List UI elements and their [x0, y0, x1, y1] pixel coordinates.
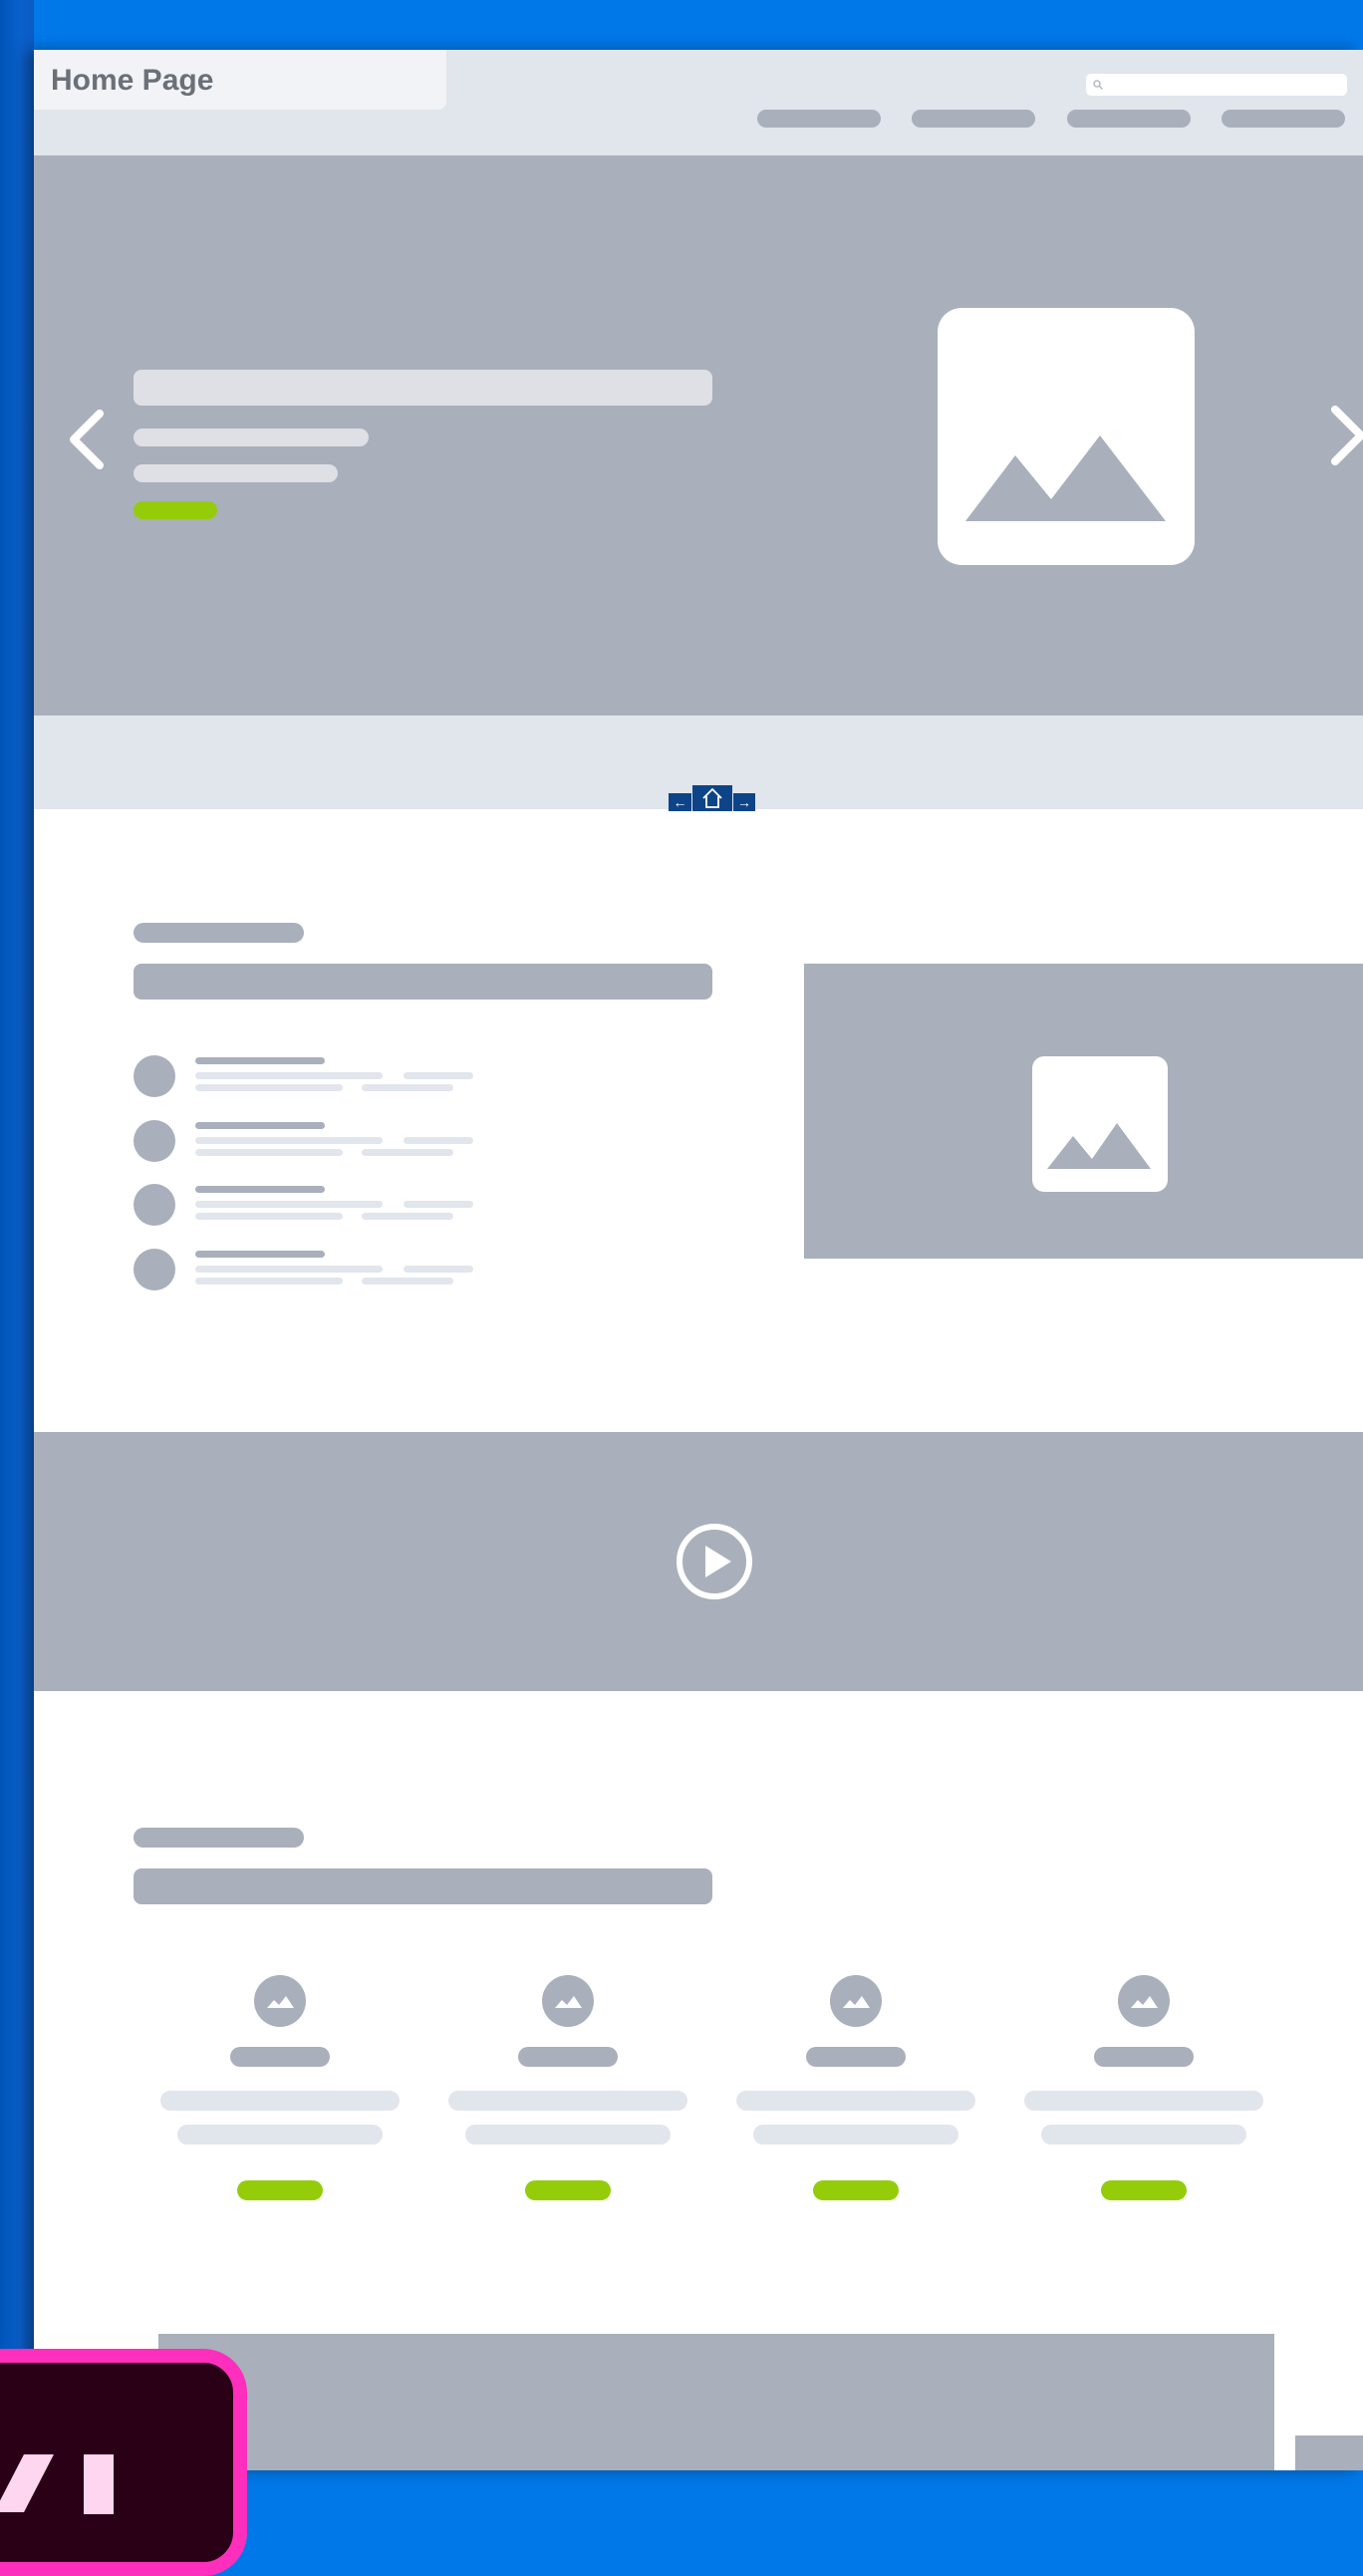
search-input[interactable] — [1086, 74, 1347, 96]
nav-item-2[interactable] — [912, 110, 1035, 128]
search-icon — [1093, 80, 1104, 91]
card-text — [1041, 2125, 1246, 2145]
window-left-edge — [0, 0, 34, 2470]
list-item-text — [195, 1278, 343, 1285]
list-item-text — [195, 1072, 383, 1079]
page-title-tab: Home Page — [34, 50, 446, 110]
services-eyebrow — [134, 1828, 304, 1848]
list-item-text — [195, 1149, 343, 1156]
card-title — [1094, 2047, 1194, 2067]
list-item-title — [195, 1122, 325, 1129]
list-item-title — [195, 1251, 325, 1258]
image-icon — [542, 1975, 594, 2027]
list-item-text — [195, 1213, 343, 1220]
card-text — [160, 2091, 400, 2111]
list-item-text — [362, 1278, 453, 1285]
avatar — [134, 1055, 175, 1097]
services-heading — [134, 1868, 712, 1904]
avatar — [134, 1184, 175, 1226]
list-item-text — [404, 1137, 473, 1144]
list-item-text — [362, 1213, 453, 1220]
hero-subline-2 — [134, 464, 338, 482]
list-item-text — [195, 1266, 383, 1273]
feature-card — [736, 1975, 975, 2204]
chevron-right-icon[interactable] — [1325, 404, 1363, 467]
hero-cta-button[interactable] — [134, 501, 217, 519]
page-navigation: ← → — [669, 785, 755, 811]
arrow-left-icon[interactable]: ← — [669, 793, 691, 811]
list-item — [134, 1249, 492, 1292]
card-title — [806, 2047, 906, 2067]
card-text — [753, 2125, 958, 2145]
card-title — [518, 2047, 618, 2067]
image-icon — [830, 1975, 882, 2027]
list-item-text — [404, 1201, 473, 1208]
page-title: Home Page — [51, 64, 214, 97]
list-item-text — [404, 1072, 473, 1079]
list-item-text — [195, 1137, 383, 1144]
card-text — [1024, 2091, 1263, 2111]
hero-headline — [134, 370, 712, 406]
card-text — [177, 2125, 383, 2145]
app-logo-icon — [0, 2349, 247, 2576]
list-item-text — [404, 1266, 473, 1273]
image-icon — [254, 1975, 306, 2027]
feature-card — [1024, 1975, 1263, 2204]
image-icon — [1032, 1056, 1168, 1192]
list-item — [134, 1055, 492, 1099]
nav-item-3[interactable] — [1067, 110, 1191, 128]
bottom-side-block — [1295, 2435, 1363, 2470]
bottom-image-block — [158, 2334, 1274, 2470]
image-icon — [1118, 1975, 1170, 2027]
list-item-title — [195, 1186, 325, 1193]
feature-heading — [134, 964, 712, 1000]
card-text — [465, 2125, 671, 2145]
list-item-text — [195, 1201, 383, 1208]
feature-eyebrow — [134, 923, 304, 943]
list-item — [134, 1120, 492, 1164]
feature-image — [804, 964, 1363, 1259]
card-button[interactable] — [1101, 2180, 1187, 2200]
feature-card — [160, 1975, 400, 2204]
list-item-text — [362, 1084, 453, 1091]
list-item-title — [195, 1057, 325, 1064]
card-button[interactable] — [237, 2180, 323, 2200]
wireframe-page: Home Page ← → — [34, 50, 1363, 2470]
card-button[interactable] — [813, 2180, 899, 2200]
chevron-left-icon[interactable] — [62, 408, 112, 471]
card-button[interactable] — [525, 2180, 611, 2200]
nav-item-4[interactable] — [1222, 110, 1345, 128]
arrow-right-icon[interactable]: → — [733, 793, 755, 811]
feature-card — [448, 1975, 687, 2204]
image-icon — [938, 308, 1195, 565]
play-icon[interactable] — [675, 1522, 754, 1601]
avatar — [134, 1120, 175, 1162]
list-item — [134, 1184, 492, 1228]
card-text — [736, 2091, 975, 2111]
card-text — [448, 2091, 687, 2111]
list-item-text — [195, 1084, 343, 1091]
list-item-text — [362, 1149, 453, 1156]
card-title — [230, 2047, 330, 2067]
home-icon[interactable] — [692, 785, 732, 811]
nav-item-1[interactable] — [757, 110, 881, 128]
hero-subline-1 — [134, 429, 369, 446]
avatar — [134, 1249, 175, 1290]
